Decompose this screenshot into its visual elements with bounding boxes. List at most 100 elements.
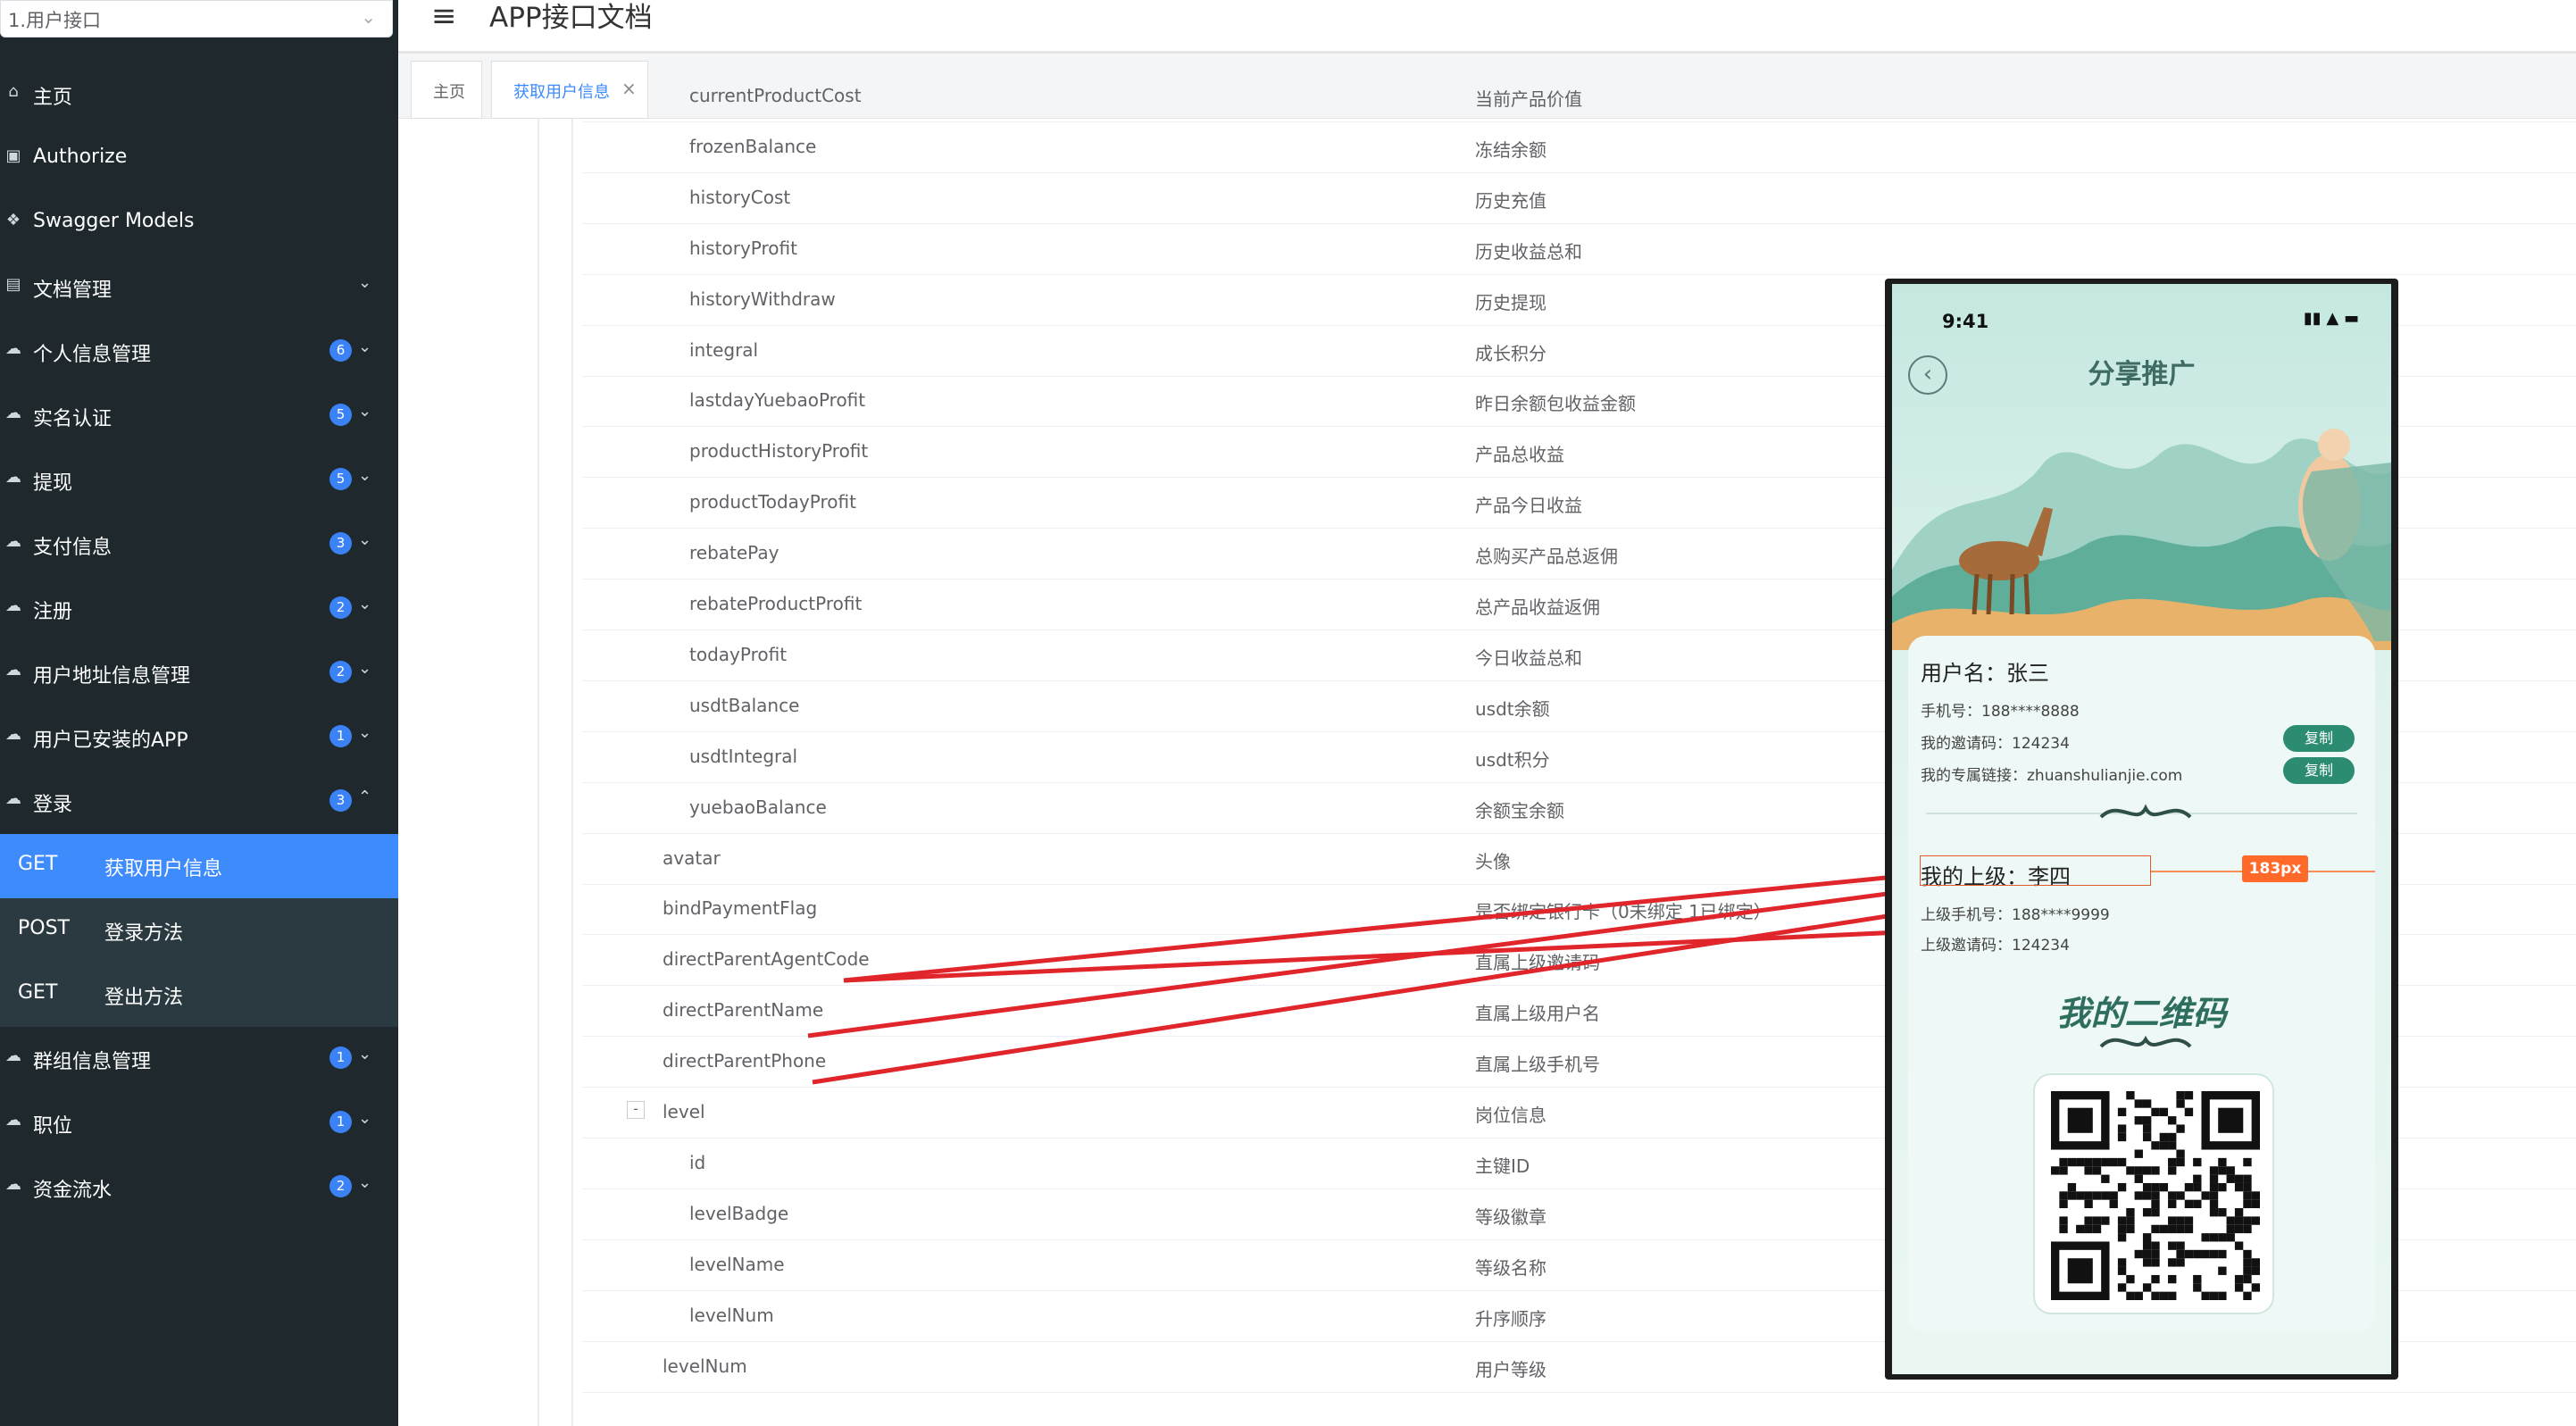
qr-title: 我的二维码 — [2056, 993, 2227, 1033]
cloud-icon: ☁ — [5, 532, 21, 551]
param-description: 历史提现 — [1475, 291, 1546, 313]
sidebar-item-real-name[interactable]: ☁ 实名认证 5 ⌄ — [0, 384, 398, 448]
count-badge: 2 — [329, 1175, 352, 1197]
sidebar-item-authorize[interactable]: ▣ Authorize — [0, 127, 398, 191]
document-icon: ▤ — [5, 275, 21, 294]
param-name: integral — [689, 338, 759, 361]
chevron-down-icon: ⌄ — [358, 1109, 372, 1128]
phone-mockup: 9:41 ▮▮ ▲ ▬ ‹ 分享推广 用户名：张三 手机号：188****888… — [1885, 279, 2398, 1380]
phone-number: 手机号：188****8888 — [1921, 703, 2080, 721]
sidebar-item-label: 登录 — [33, 794, 73, 816]
param-description: 总购买产品总返佣 — [1475, 546, 1618, 568]
sidebar-item-label: 支付信息 — [33, 537, 113, 559]
param-name: usdtIntegral — [689, 745, 798, 767]
count-badge: 3 — [329, 532, 352, 555]
param-name: usdtBalance — [689, 694, 800, 716]
param-name: historyWithdraw — [689, 288, 836, 310]
sub-item-logout-method[interactable]: GET 登出方法 — [0, 963, 398, 1027]
sidebar-item-address[interactable]: ☁ 用户地址信息管理 2 ⌄ — [0, 641, 398, 705]
group-select-value: 1.用户接口 — [8, 10, 102, 31]
param-description: 直属上级邀请码 — [1475, 952, 1600, 974]
http-method: GET — [18, 853, 58, 875]
copy-invite-button[interactable]: 复制 — [2283, 725, 2355, 752]
sidebar-item-register[interactable]: ☁ 注册 2 ⌄ — [0, 577, 398, 641]
cloud-icon: ☁ — [5, 1175, 21, 1194]
param-name: levelNum — [663, 1355, 747, 1377]
copy-link-button[interactable]: 复制 — [2283, 757, 2355, 784]
param-name: rebateProductProfit — [689, 593, 863, 614]
param-name: directParentAgentCode — [663, 948, 870, 971]
param-name: bindPaymentFlag — [663, 897, 818, 920]
chevron-down-icon: ⌄ — [358, 1045, 372, 1063]
sidebar-item-profile[interactable]: ☁ 个人信息管理 6 ⌄ — [0, 320, 398, 384]
parent-phone: 上级手机号：188****9999 — [1921, 906, 2110, 924]
param-name: rebatePay — [689, 542, 779, 564]
column-divider — [571, 119, 573, 1426]
qr-code-card — [2033, 1073, 2274, 1314]
http-method: POST — [18, 917, 70, 939]
param-description: 成长积分 — [1475, 342, 1546, 364]
param-name: historyProfit — [689, 237, 797, 259]
share-link: 我的专属链接：zhuanshulianjie.com — [1921, 767, 2183, 785]
sidebar-item-payment[interactable]: ☁ 支付信息 3 ⌄ — [0, 513, 398, 577]
count-badge: 5 — [329, 468, 352, 490]
sidebar-item-groups[interactable]: ☁ 群组信息管理 1 ⌄ — [0, 1027, 398, 1091]
phone-screen: 9:41 ▮▮ ▲ ▬ ‹ 分享推广 用户名：张三 手机号：188****888… — [1892, 284, 2391, 1374]
column-divider — [538, 119, 539, 1426]
sidebar-item-installed-apps[interactable]: ☁ 用户已安装的APP 1 ⌄ — [0, 705, 398, 770]
param-description: 头像 — [1475, 850, 1511, 872]
param-name: historyCost — [689, 186, 791, 208]
sidebar-item-withdraw[interactable]: ☁ 提现 5 ⌄ — [0, 448, 398, 513]
cloud-icon: ☁ — [5, 404, 21, 422]
param-description: 昨日余额包收益金额 — [1475, 393, 1636, 415]
cloud-icon: ☁ — [5, 596, 21, 615]
param-description: 主键ID — [1475, 1155, 1530, 1177]
sub-item-get-user-info[interactable]: GET 获取用户信息 — [0, 834, 398, 898]
count-badge: 2 — [329, 661, 352, 683]
param-description: 当前产品价值 — [1475, 88, 1582, 110]
username: 用户名：张三 — [1921, 661, 2049, 686]
menu-toggle-icon[interactable]: ≡ — [431, 0, 457, 34]
param-name: lastdayYuebaoProfit — [689, 389, 866, 412]
sidebar-item-label: 群组信息管理 — [33, 1051, 152, 1073]
count-badge: 3 — [329, 789, 352, 812]
chevron-down-icon: ⌄ — [358, 402, 372, 421]
sidebar-item-positions[interactable]: ☁ 职位 1 ⌄ — [0, 1091, 398, 1155]
cloud-icon: ☁ — [5, 468, 21, 487]
sidebar-item-home[interactable]: ⌂ 主页 — [0, 63, 398, 127]
param-description: 直属上级用户名 — [1475, 1003, 1600, 1025]
page-title: APP接口文档 — [489, 2, 653, 34]
sidebar-item-fund-flow[interactable]: ☁ 资金流水 2 ⌄ — [0, 1155, 398, 1220]
cloud-icon: ☁ — [5, 661, 21, 680]
tab-home[interactable]: 主页 — [411, 61, 482, 119]
count-badge: 5 — [329, 404, 352, 426]
sub-item-login-method[interactable]: POST 登录方法 — [0, 898, 398, 963]
param-description: usdt积分 — [1475, 748, 1550, 771]
table-row: frozenBalance 冻结余额 — [582, 123, 2576, 173]
signal-wifi-battery-icon: ▮▮ ▲ ▬ — [2303, 309, 2359, 328]
http-method: GET — [18, 981, 58, 1004]
chevron-up-icon: ⌃ — [358, 788, 372, 806]
count-badge: 1 — [329, 1111, 352, 1133]
param-description: 历史充值 — [1475, 189, 1546, 212]
sidebar-item-swagger-models[interactable]: ❖ Swagger Models — [0, 191, 398, 255]
sidebar-item-label: Authorize — [33, 146, 128, 168]
param-name: frozenBalance — [689, 135, 817, 157]
table-row: currentProductCost 当前产品价值 — [582, 72, 2576, 122]
chevron-down-icon: ⌄ — [358, 723, 372, 742]
sub-item-label: 获取用户信息 — [104, 858, 223, 880]
cloud-icon: ☁ — [5, 725, 21, 744]
chevron-down-icon: ⌄ — [358, 338, 372, 356]
sub-item-label: 登出方法 — [104, 987, 184, 1009]
sidebar-item-login[interactable]: ☁ 登录 3 ⌃ — [0, 770, 398, 834]
param-description: 等级徽章 — [1475, 1205, 1546, 1228]
sidebar-item-doc-management[interactable]: ▤ 文档管理 ⌄ — [0, 255, 398, 320]
group-select[interactable]: 1.用户接口 ⌄ — [0, 0, 393, 38]
count-badge: 6 — [329, 339, 352, 362]
ornament-icon — [2099, 1035, 2192, 1048]
collapse-toggle[interactable]: - — [627, 1101, 645, 1119]
parent-invite-code: 上级邀请码：124234 — [1921, 937, 2070, 955]
param-description: 产品今日收益 — [1475, 495, 1582, 517]
sidebar-item-label: 用户已安装的APP — [33, 730, 188, 752]
count-badge: 1 — [329, 1047, 352, 1069]
